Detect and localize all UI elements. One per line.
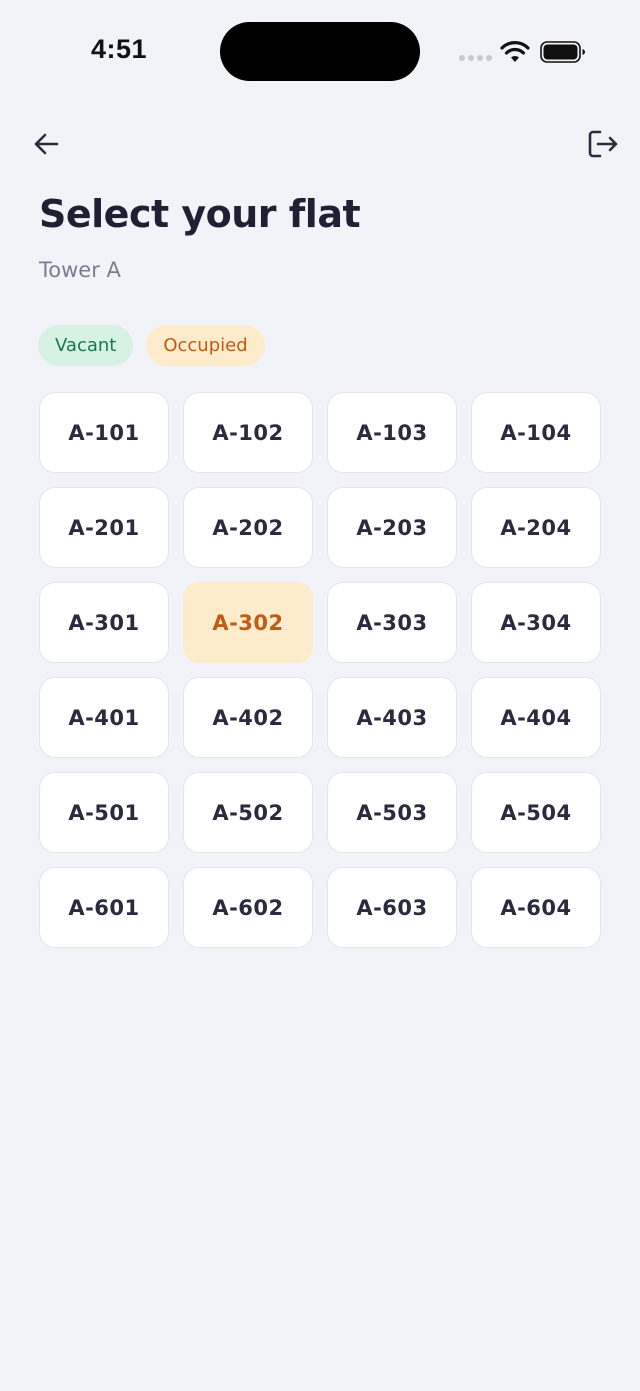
flat-button-a-403[interactable]: A-403	[327, 677, 457, 758]
flat-button-a-401[interactable]: A-401	[39, 677, 169, 758]
arrow-left-icon	[34, 133, 59, 155]
flat-button-a-103[interactable]: A-103	[327, 392, 457, 473]
flat-button-a-102[interactable]: A-102	[183, 392, 313, 473]
tower-name: Tower A	[39, 258, 121, 282]
flat-button-a-301[interactable]: A-301	[39, 582, 169, 663]
flat-button-a-402[interactable]: A-402	[183, 677, 313, 758]
battery-icon	[540, 41, 585, 63]
flat-button-a-203[interactable]: A-203	[327, 487, 457, 568]
flat-button-a-202[interactable]: A-202	[183, 487, 313, 568]
page-title: Select your flat	[39, 192, 361, 236]
flat-button-a-603[interactable]: A-603	[327, 867, 457, 948]
flat-grid: A-101 A-102 A-103 A-104 A-201 A-202 A-203 A-204…	[39, 392, 601, 948]
flat-button-a-404[interactable]: A-404	[471, 677, 601, 758]
flat-button-a-602[interactable]: A-602	[183, 867, 313, 948]
legend-occupied-chip: Occupied	[146, 325, 265, 366]
flat-button-a-502[interactable]: A-502	[183, 772, 313, 853]
flat-button-a-604[interactable]: A-604	[471, 867, 601, 948]
wifi-icon	[500, 41, 530, 62]
flat-button-a-601[interactable]: A-601	[39, 867, 169, 948]
logout-button[interactable]	[582, 124, 622, 164]
flat-button-a-504[interactable]: A-504	[471, 772, 601, 853]
flat-button-a-501[interactable]: A-501	[39, 772, 169, 853]
status-legend: Vacant Occupied	[38, 325, 265, 366]
status-time: 4:51	[91, 34, 148, 64]
logout-icon	[588, 130, 618, 158]
cellular-signal-icon	[459, 55, 492, 61]
flat-button-a-302[interactable]: A-302	[183, 582, 313, 663]
back-button[interactable]	[26, 124, 66, 164]
legend-vacant-chip: Vacant	[38, 325, 134, 366]
flat-button-a-204[interactable]: A-204	[471, 487, 601, 568]
flat-button-a-303[interactable]: A-303	[327, 582, 457, 663]
flat-button-a-104[interactable]: A-104	[471, 392, 601, 473]
flat-button-a-304[interactable]: A-304	[471, 582, 601, 663]
flat-button-a-101[interactable]: A-101	[39, 392, 169, 473]
flat-selection-screen: 4:51 Select your flat Tower A Vacant Occ…	[0, 0, 640, 1391]
dynamic-island	[220, 22, 420, 81]
flat-button-a-503[interactable]: A-503	[327, 772, 457, 853]
flat-button-a-201[interactable]: A-201	[39, 487, 169, 568]
